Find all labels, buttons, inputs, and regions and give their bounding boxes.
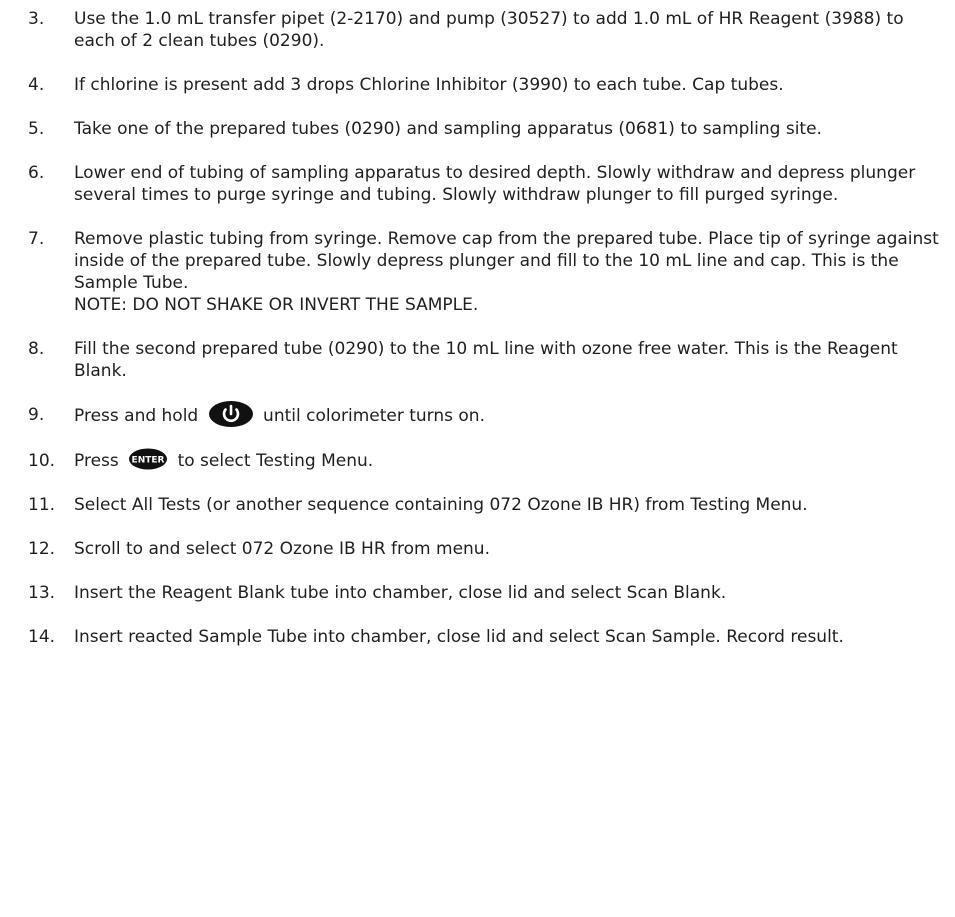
step-13: 13. Insert the Reagent Blank tube into c… (28, 582, 948, 604)
step-7: 7. Remove plastic tubing from syringe. R… (28, 228, 948, 316)
step-text: Select All Tests (or another sequence co… (74, 495, 808, 515)
step-text: Take one of the prepared tubes (0290) an… (74, 119, 822, 139)
step-text-after: to select Testing Menu. (177, 451, 374, 471)
step-text: Insert reacted Sample Tube into chamber,… (74, 627, 844, 647)
step-text: Press and hold until colorimeter turns o… (74, 401, 948, 428)
step-text: Press ENTER to select Testing Menu. (74, 448, 948, 472)
step-number: 3. (28, 9, 45, 29)
step-text: If chlorine is present add 3 drops Chlor… (74, 75, 784, 95)
step-number: 6. (28, 163, 45, 183)
step-12: 12. Scroll to and select 072 Ozone IB HR… (28, 538, 948, 560)
step-14: 14. Insert reacted Sample Tube into cham… (28, 626, 948, 648)
step-number: 11. (28, 495, 56, 515)
power-button-icon (208, 401, 253, 427)
step-10: 10. Press ENTER to select Testing Menu. (28, 448, 948, 472)
step-4: 4. If chlorine is present add 3 drops Ch… (28, 74, 948, 96)
step-number: 8. (28, 339, 45, 359)
step-number: 5. (28, 119, 45, 139)
step-text-before: Press (74, 451, 119, 471)
step-number: 9. (28, 405, 45, 425)
step-number: 14. (28, 627, 56, 647)
step-number: 12. (28, 539, 56, 559)
step-number: 13. (28, 583, 56, 603)
step-text: Remove plastic tubing from syringe. Remo… (74, 229, 939, 293)
step-text: Fill the second prepared tube (0290) to … (74, 339, 898, 381)
step-note: NOTE: DO NOT SHAKE OR INVERT THE SAMPLE. (74, 295, 479, 315)
step-text-before: Press and hold (74, 406, 199, 426)
step-text: Scroll to and select 072 Ozone IB HR fro… (74, 539, 490, 559)
step-5: 5. Take one of the prepared tubes (0290)… (28, 118, 948, 140)
step-number: 4. (28, 75, 45, 95)
enter-button-icon: ENTER (129, 448, 168, 470)
step-number: 7. (28, 229, 45, 249)
step-3: 3. Use the 1.0 mL transfer pipet (2-2170… (28, 8, 948, 52)
step-number: 10. (28, 451, 56, 471)
step-text: Use the 1.0 mL transfer pipet (2-2170) a… (74, 9, 904, 51)
step-9: 9. Press and hold until colorimeter turn… (28, 401, 948, 428)
enter-button-label: ENTER (132, 456, 165, 466)
step-text: Insert the Reagent Blank tube into chamb… (74, 583, 727, 603)
step-11: 11. Select All Tests (or another sequenc… (28, 494, 948, 516)
step-text-after: until colorimeter turns on. (263, 406, 485, 426)
step-text: Lower end of tubing of sampling apparatu… (74, 163, 916, 205)
step-8: 8. Fill the second prepared tube (0290) … (28, 338, 948, 382)
procedure-steps: 3. Use the 1.0 mL transfer pipet (2-2170… (28, 8, 948, 670)
step-6: 6. Lower end of tubing of sampling appar… (28, 162, 948, 206)
